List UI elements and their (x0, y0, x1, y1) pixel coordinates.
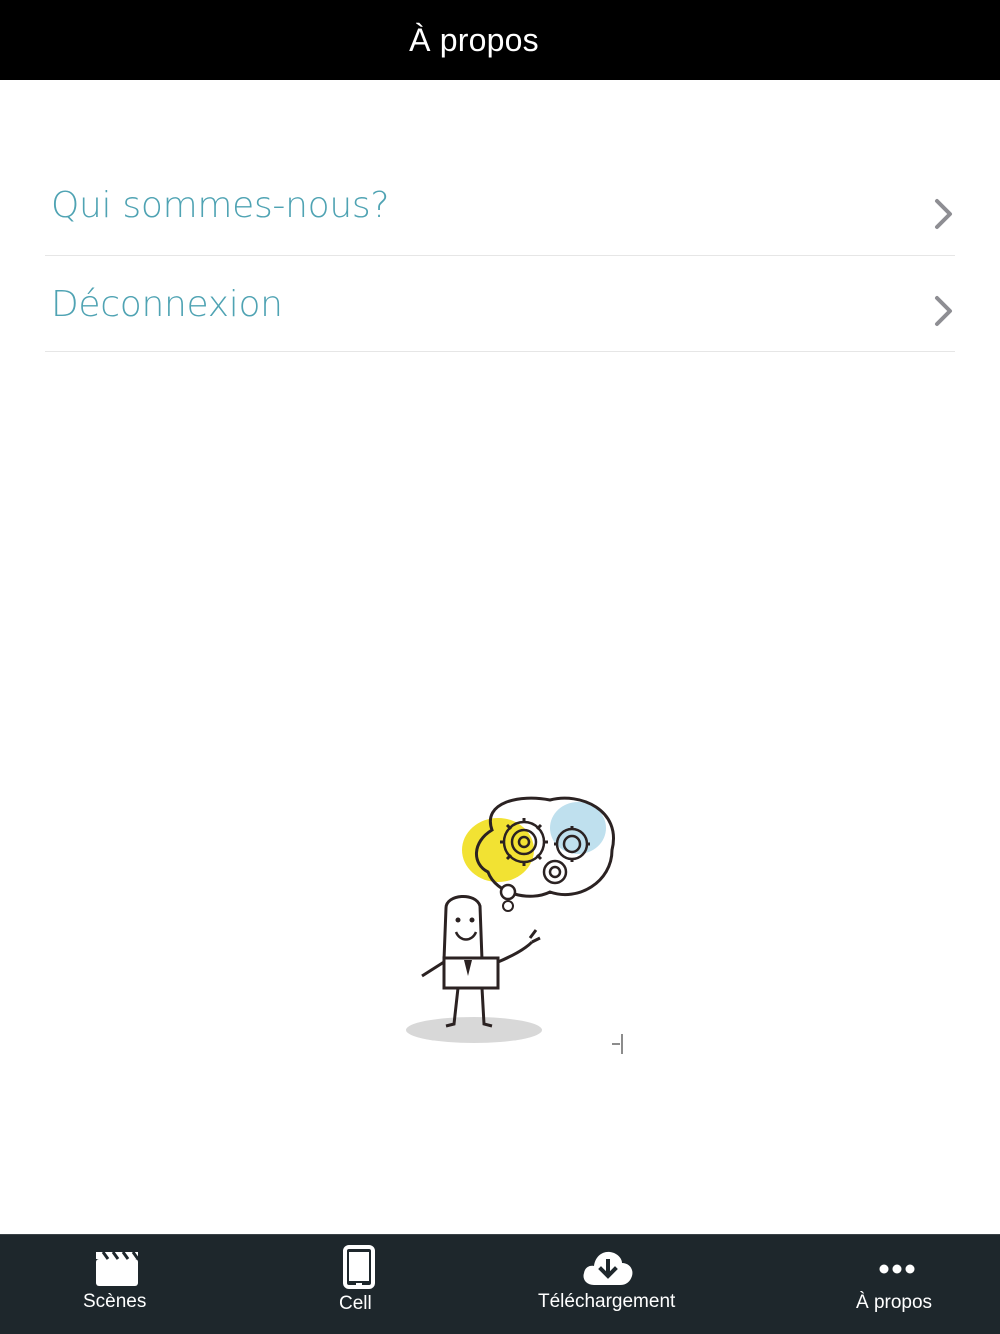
chevron-right-icon (935, 199, 952, 229)
about-menu-list: Qui sommes-nous? Déconnexion (45, 157, 955, 352)
about-screen: À propos Qui sommes-nous? Déconnexion Sc… (0, 0, 1000, 1334)
tab-label: Cell (339, 1293, 372, 1314)
chevron-right-icon (935, 296, 952, 326)
menu-item-label: Qui sommes-nous? (51, 185, 390, 226)
tab-label: Téléchargement (538, 1291, 676, 1312)
tab-bar: Scènes Cell Téléchargement À propos (0, 1234, 1000, 1334)
menu-item-about-us[interactable]: Qui sommes-nous? (45, 157, 955, 256)
thinking-man-gears-illustration (406, 796, 623, 1054)
navigation-bar: À propos (0, 0, 1000, 80)
tab-cell[interactable]: Cell (305, 1235, 405, 1334)
clapperboard-icon (96, 1251, 139, 1286)
tab-scenes[interactable]: Scènes (63, 1235, 163, 1334)
menu-item-logout[interactable]: Déconnexion (45, 256, 955, 352)
tab-label: À propos (856, 1292, 933, 1313)
cloud-download-icon (583, 1251, 633, 1285)
menu-item-label: Déconnexion (51, 284, 283, 325)
phone-icon (343, 1245, 375, 1289)
tab-label: Scènes (83, 1291, 147, 1312)
page-title: À propos (409, 21, 539, 58)
more-dots-icon (879, 1264, 915, 1274)
tab-about[interactable]: À propos (845, 1235, 955, 1334)
tab-download[interactable]: Téléchargement (530, 1235, 680, 1334)
